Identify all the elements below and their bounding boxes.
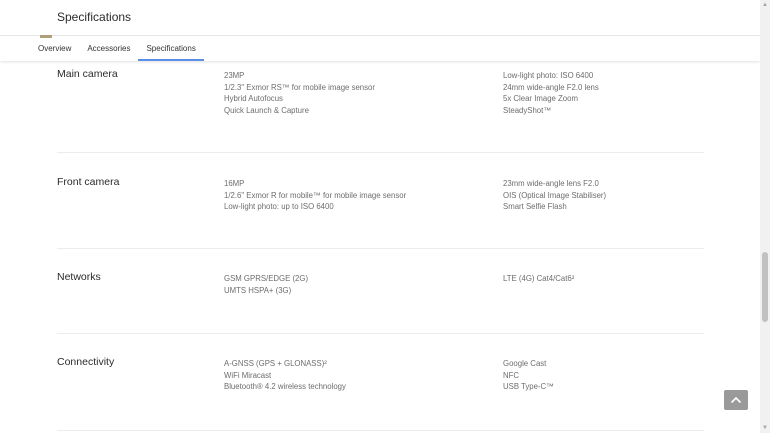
spec-item: USB Type-C™ (503, 382, 554, 392)
spec-list-left: GSM GPRS/EDGE (2G) UMTS HSPA+ (3G) (224, 273, 308, 296)
spec-item: UMTS HSPA+ (3G) (224, 285, 292, 295)
spec-item: 24mm wide-angle F2.0 lens (503, 82, 599, 92)
spec-item: SteadyShot™ (503, 105, 552, 115)
spec-item: 16MP (224, 179, 245, 188)
section-title: Connectivity (57, 356, 115, 368)
header-title: Specifications (57, 10, 132, 24)
spec-list-right: Google Cast NFC USB Type-C™ (503, 358, 554, 393)
tab-bar: Overview Accessories Specifications (30, 39, 205, 61)
spec-section-networks: Networks GSM GPRS/EDGE (2G) UMTS HSPA+ (… (57, 249, 704, 334)
spec-item: Google Cast (503, 359, 547, 368)
section-title: Networks (57, 271, 101, 283)
back-to-top-button[interactable] (724, 390, 748, 410)
section-title: Main camera (57, 68, 118, 80)
spec-item: 5x Clear Image Zoom (503, 94, 578, 104)
spec-item: OIS (Optical Image Stabiliser) (503, 190, 607, 200)
spec-item: 23MP (224, 71, 245, 80)
spec-item: 23mm wide-angle lens F2.0 (503, 179, 599, 188)
spec-item: WiFi Miracast (224, 370, 272, 380)
scroll-up-arrow-icon[interactable]: ▲ (760, 0, 770, 10)
vertical-scrollbar[interactable]: ▲ ▼ (760, 0, 770, 433)
spec-item: Quick Launch & Capture (224, 105, 309, 115)
spec-item: Low-light photo: ISO 6400 (503, 71, 594, 80)
spec-list-right: LTE (4G) Cat4/Cat6² (503, 273, 574, 285)
spec-item: A-GNSS (GPS + GLONASS)² (224, 359, 327, 368)
spec-item: NFC (503, 370, 520, 380)
spec-list-right: 23mm wide-angle lens F2.0 OIS (Optical I… (503, 178, 606, 213)
scrollbar-thumb[interactable] (762, 252, 768, 322)
page: Specifications Overview Accessories Spec… (0, 0, 770, 433)
sticky-header: Specifications Overview Accessories Spec… (0, 0, 760, 61)
header-divider (0, 35, 760, 36)
tab-overview[interactable]: Overview (30, 39, 79, 61)
scroll-down-arrow-icon[interactable]: ▼ (760, 423, 770, 433)
spec-item: 1/2.3" Exmor RS™ for mobile image sensor (224, 82, 375, 92)
tab-specifications[interactable]: Specifications (138, 39, 205, 61)
spec-section-connectivity: Connectivity A-GNSS (GPS + GLONASS)² WiF… (57, 334, 704, 431)
spec-item: Hybrid Autofocus (224, 94, 283, 104)
spec-item: 1/2.6" Exmor R for mobile™ for mobile im… (224, 190, 407, 200)
spec-list-left: A-GNSS (GPS + GLONASS)² WiFi Miracast Bl… (224, 358, 346, 393)
spec-item: Low-light photo: up to ISO 6400 (224, 202, 334, 212)
spec-list-left: 16MP 1/2.6" Exmor R for mobile™ for mobi… (224, 178, 406, 213)
spec-item: Smart Selfie Flash (503, 202, 567, 212)
product-thumbnail (40, 35, 52, 38)
specs-content: Main camera 23MP 1/2.3" Exmor RS™ for mo… (57, 61, 704, 431)
spec-section-front-camera: Front camera 16MP 1/2.6" Exmor R for mob… (57, 153, 704, 249)
spec-list-right: Low-light photo: ISO 6400 24mm wide-angl… (503, 70, 599, 116)
section-title: Front camera (57, 176, 120, 188)
chevron-up-icon (730, 396, 742, 404)
spec-item: GSM GPRS/EDGE (2G) (224, 274, 309, 283)
spec-item: Bluetooth® 4.2 wireless technology (224, 382, 346, 392)
spec-section-main-camera: Main camera 23MP 1/2.3" Exmor RS™ for mo… (57, 61, 704, 153)
tab-accessories[interactable]: Accessories (79, 39, 138, 61)
spec-list-left: 23MP 1/2.3" Exmor RS™ for mobile image s… (224, 70, 375, 116)
spec-item: LTE (4G) Cat4/Cat6² (503, 274, 575, 283)
